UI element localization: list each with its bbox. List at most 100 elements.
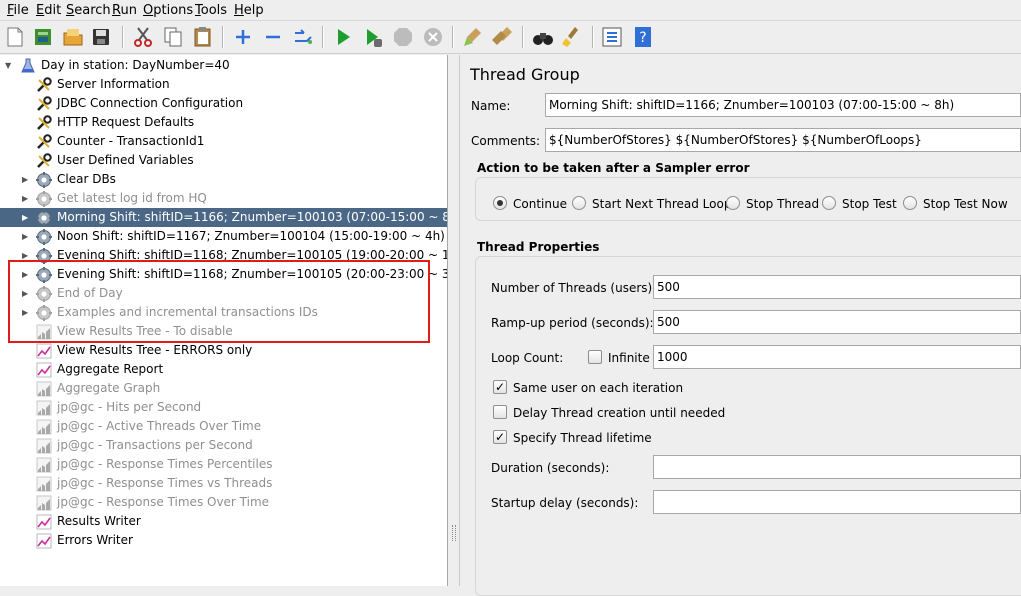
radio-continue-label[interactable]: Continue <box>513 197 567 211</box>
tree-node[interactable]: ▶ Noon Shift: shiftID=1167; Znumber=10010… <box>0 227 447 246</box>
expand-arrow-icon[interactable]: ▶ <box>22 265 32 284</box>
radio-stop-test-now[interactable] <box>903 196 917 210</box>
startup-delay-field[interactable] <box>653 490 1021 514</box>
tree-node[interactable]: jp@gc - Response Times Percentiles <box>0 455 447 474</box>
start-icon[interactable] <box>331 25 355 49</box>
tree-node[interactable]: ▶ Clear DBs <box>0 170 447 189</box>
stop-icon[interactable] <box>391 25 415 49</box>
tree-node[interactable]: jp@gc - Hits per Second <box>0 398 447 417</box>
expand-arrow-icon[interactable]: ▶ <box>22 246 32 265</box>
rampup-field[interactable]: 500 <box>653 310 1021 334</box>
divider-grip[interactable] <box>452 525 456 541</box>
tree-node[interactable]: ▶ Get latest log id from HQ <box>0 189 447 208</box>
radio-stop-thread-label[interactable]: Stop Thread <box>746 197 819 211</box>
toggle-icon[interactable] <box>291 25 315 49</box>
gear-icon <box>35 247 53 265</box>
menu-options[interactable]: Options <box>143 3 193 18</box>
thread-lifetime-checkbox[interactable]: ✓ <box>493 430 507 444</box>
tree-node-label: HTTP Request Defaults <box>57 115 195 129</box>
expand-arrow-icon[interactable]: ▶ <box>22 227 32 246</box>
tree-node-label: User Defined Variables <box>57 153 194 167</box>
save-icon[interactable] <box>89 25 113 49</box>
paste-icon[interactable] <box>191 25 215 49</box>
duration-field[interactable] <box>653 455 1021 479</box>
infinite-checkbox[interactable] <box>588 350 602 364</box>
graph-icon <box>35 380 53 398</box>
clear-all-icon[interactable] <box>491 25 515 49</box>
expand-arrow-icon[interactable]: ▶ <box>22 189 32 208</box>
collapse-arrow-icon[interactable]: ▼ <box>5 56 15 75</box>
copy-icon[interactable] <box>161 25 185 49</box>
tree-node[interactable]: JDBC Connection Configuration <box>0 94 447 113</box>
delay-creation-checkbox[interactable] <box>493 405 507 419</box>
start-no-pause-icon[interactable] <box>361 25 385 49</box>
tree-node[interactable]: Aggregate Graph <box>0 379 447 398</box>
infinite-label[interactable]: Infinite <box>608 351 650 365</box>
expand-icon[interactable] <box>231 25 255 49</box>
tree-node[interactable]: User Defined Variables <box>0 151 447 170</box>
radio-stop-test-now-label[interactable]: Stop Test Now <box>923 197 1008 211</box>
tree-node[interactable]: Server Information <box>0 75 447 94</box>
radio-stop-test[interactable] <box>822 196 836 210</box>
radio-start-next-loop[interactable] <box>572 196 586 210</box>
tree-node[interactable]: ▶ Evening Shift: shiftID=1168; Znumber=10… <box>0 246 447 265</box>
tree-node[interactable]: jp@gc - Response Times Over Time <box>0 493 447 512</box>
radio-stop-test-label[interactable]: Stop Test <box>842 197 897 211</box>
new-icon[interactable] <box>3 25 27 49</box>
menu-file[interactable]: File <box>7 3 29 18</box>
loop-count-field[interactable]: 1000 <box>653 345 1021 369</box>
graph-icon <box>35 513 53 531</box>
menu-search[interactable]: Search <box>66 3 111 18</box>
tree-node[interactable]: ▶ Evening Shift: shiftID=1168; Znumber=10… <box>0 265 447 284</box>
templates-icon[interactable] <box>31 25 55 49</box>
menu-edit[interactable]: Edit <box>36 3 61 18</box>
tree-node[interactable]: View Results Tree - To disable <box>0 322 447 341</box>
tree-node[interactable]: ▶ Morning Shift: shiftID=1166; Znumber=10… <box>0 208 447 227</box>
menu-tools[interactable]: Tools <box>195 3 227 18</box>
radio-stop-thread[interactable] <box>726 196 740 210</box>
expand-arrow-icon[interactable]: ▶ <box>22 170 32 189</box>
collapse-icon[interactable] <box>261 25 285 49</box>
tree-node-label: jp@gc - Hits per Second <box>57 400 202 414</box>
name-label: Name: <box>471 99 511 113</box>
tree-node[interactable]: ▶ End of Day <box>0 284 447 303</box>
radio-start-next-loop-label[interactable]: Start Next Thread Loop <box>592 197 731 211</box>
help-icon[interactable]: ? <box>631 25 655 49</box>
expand-arrow-icon[interactable]: ▶ <box>22 303 32 322</box>
same-user-label[interactable]: Same user on each iteration <box>513 381 683 395</box>
expand-arrow-icon[interactable]: ▶ <box>22 208 32 227</box>
menu-help[interactable]: Help <box>234 3 264 18</box>
toolbar: ? <box>0 21 1021 54</box>
function-helper-icon[interactable] <box>600 25 624 49</box>
tree-node[interactable]: jp@gc - Response Times vs Threads <box>0 474 447 493</box>
toolbar-separator <box>452 26 454 48</box>
split-divider[interactable] <box>448 55 460 586</box>
tree-node[interactable]: Aggregate Report <box>0 360 447 379</box>
tree-node[interactable]: Results Writer <box>0 512 447 531</box>
threads-field[interactable]: 500 <box>653 275 1021 299</box>
tree-node[interactable]: jp@gc - Transactions per Second <box>0 436 447 455</box>
tree-node[interactable]: HTTP Request Defaults <box>0 113 447 132</box>
same-user-checkbox[interactable]: ✓ <box>493 380 507 394</box>
tree-node[interactable]: View Results Tree - ERRORS only <box>0 341 447 360</box>
tree-node[interactable]: Errors Writer <box>0 531 447 550</box>
open-icon[interactable] <box>61 25 85 49</box>
tree-root[interactable]: ▼ Day in station: DayNumber=40 <box>0 56 447 75</box>
cut-icon[interactable] <box>131 25 155 49</box>
clear-icon[interactable] <box>461 25 485 49</box>
tree-node[interactable]: jp@gc - Active Threads Over Time <box>0 417 447 436</box>
reset-search-icon[interactable] <box>561 25 585 49</box>
tree-node[interactable]: Counter - TransactionId1 <box>0 132 447 151</box>
tree-node[interactable]: ▶ Examples and incremental transactions I… <box>0 303 447 322</box>
delay-creation-label[interactable]: Delay Thread creation until needed <box>513 406 725 420</box>
comments-field[interactable]: ${NumberOfStores} ${NumberOfStores} ${Nu… <box>545 128 1021 152</box>
search-icon[interactable] <box>531 25 555 49</box>
name-field[interactable]: Morning Shift: shiftID=1166; Znumber=100… <box>545 93 1021 117</box>
menu-run[interactable]: Run <box>112 3 137 18</box>
thread-lifetime-label[interactable]: Specify Thread lifetime <box>513 431 652 445</box>
test-plan-tree: ▼ Day in station: DayNumber=40 Server In… <box>0 55 448 586</box>
expand-arrow-icon[interactable]: ▶ <box>22 284 32 303</box>
shutdown-icon[interactable] <box>421 25 445 49</box>
wrench-icon <box>35 133 53 151</box>
radio-continue[interactable] <box>493 196 507 210</box>
